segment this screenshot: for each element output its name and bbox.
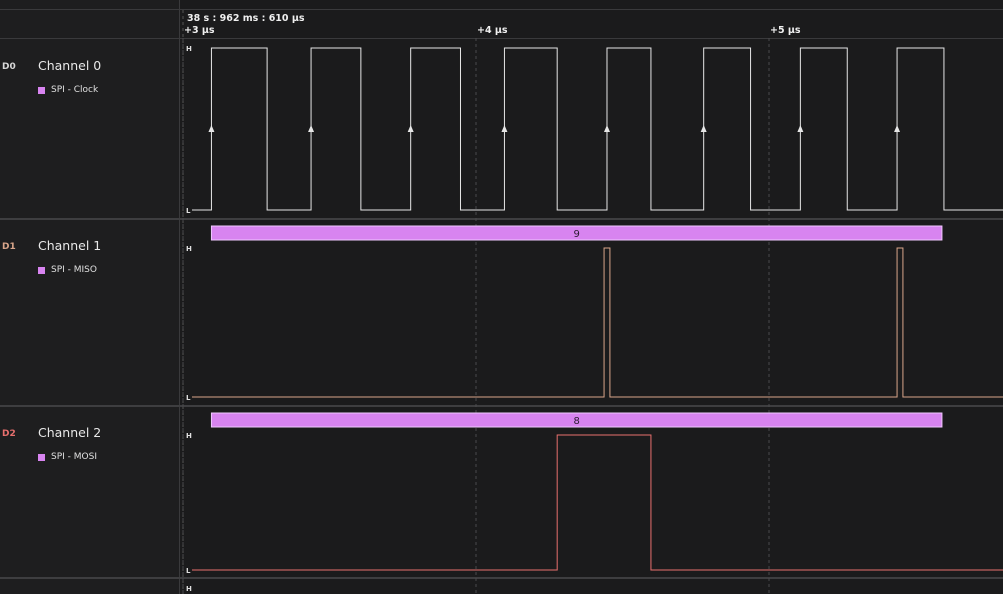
- time-tick-label: +3 µs: [184, 25, 215, 36]
- channel-2-decoded-value: 8: [574, 416, 580, 427]
- rising-edge-arrow: [407, 125, 414, 132]
- logic-analyzer-view: D0 Channel 0 SPI - Clock D1 Channel 1 SP…: [0, 0, 1003, 594]
- rising-edge-arrow: [797, 125, 804, 132]
- rising-edge-arrow: [894, 125, 901, 132]
- next-row-high-label: H: [186, 585, 192, 593]
- low-level-label: L: [186, 394, 191, 402]
- time-gridlines: [182, 10, 770, 594]
- high-level-label: H: [186, 245, 192, 253]
- timebar[interactable]: 38 s : 962 ms : 610 µs +3 µs +4 µs +5 µs: [184, 13, 801, 36]
- channel-0-waveform: [192, 47, 1003, 211]
- channel-1-waveform: [192, 247, 1003, 398]
- waveform-area[interactable]: 38 s : 962 ms : 610 µs +3 µs +4 µs +5 µs H…: [0, 0, 1003, 594]
- rising-edge-arrow: [308, 125, 315, 132]
- rising-edge-arrow: [501, 125, 508, 132]
- rising-edge-arrow: [208, 125, 215, 132]
- low-level-label: L: [186, 567, 191, 575]
- time-tick-label: +5 µs: [770, 25, 801, 36]
- channel-2-waveform: [192, 434, 1003, 571]
- rising-edge-arrow: [700, 125, 707, 132]
- rising-edge-arrow: [603, 125, 610, 132]
- low-level-label: L: [186, 207, 191, 215]
- time-tick-label: +4 µs: [477, 25, 508, 36]
- high-level-label: H: [186, 432, 192, 440]
- high-level-label: H: [186, 45, 192, 53]
- absolute-time-readout: 38 s : 962 ms : 610 µs: [187, 13, 305, 24]
- waveforms: H L H L H L: [186, 45, 1003, 575]
- channel-1-decoded-value: 9: [574, 229, 580, 240]
